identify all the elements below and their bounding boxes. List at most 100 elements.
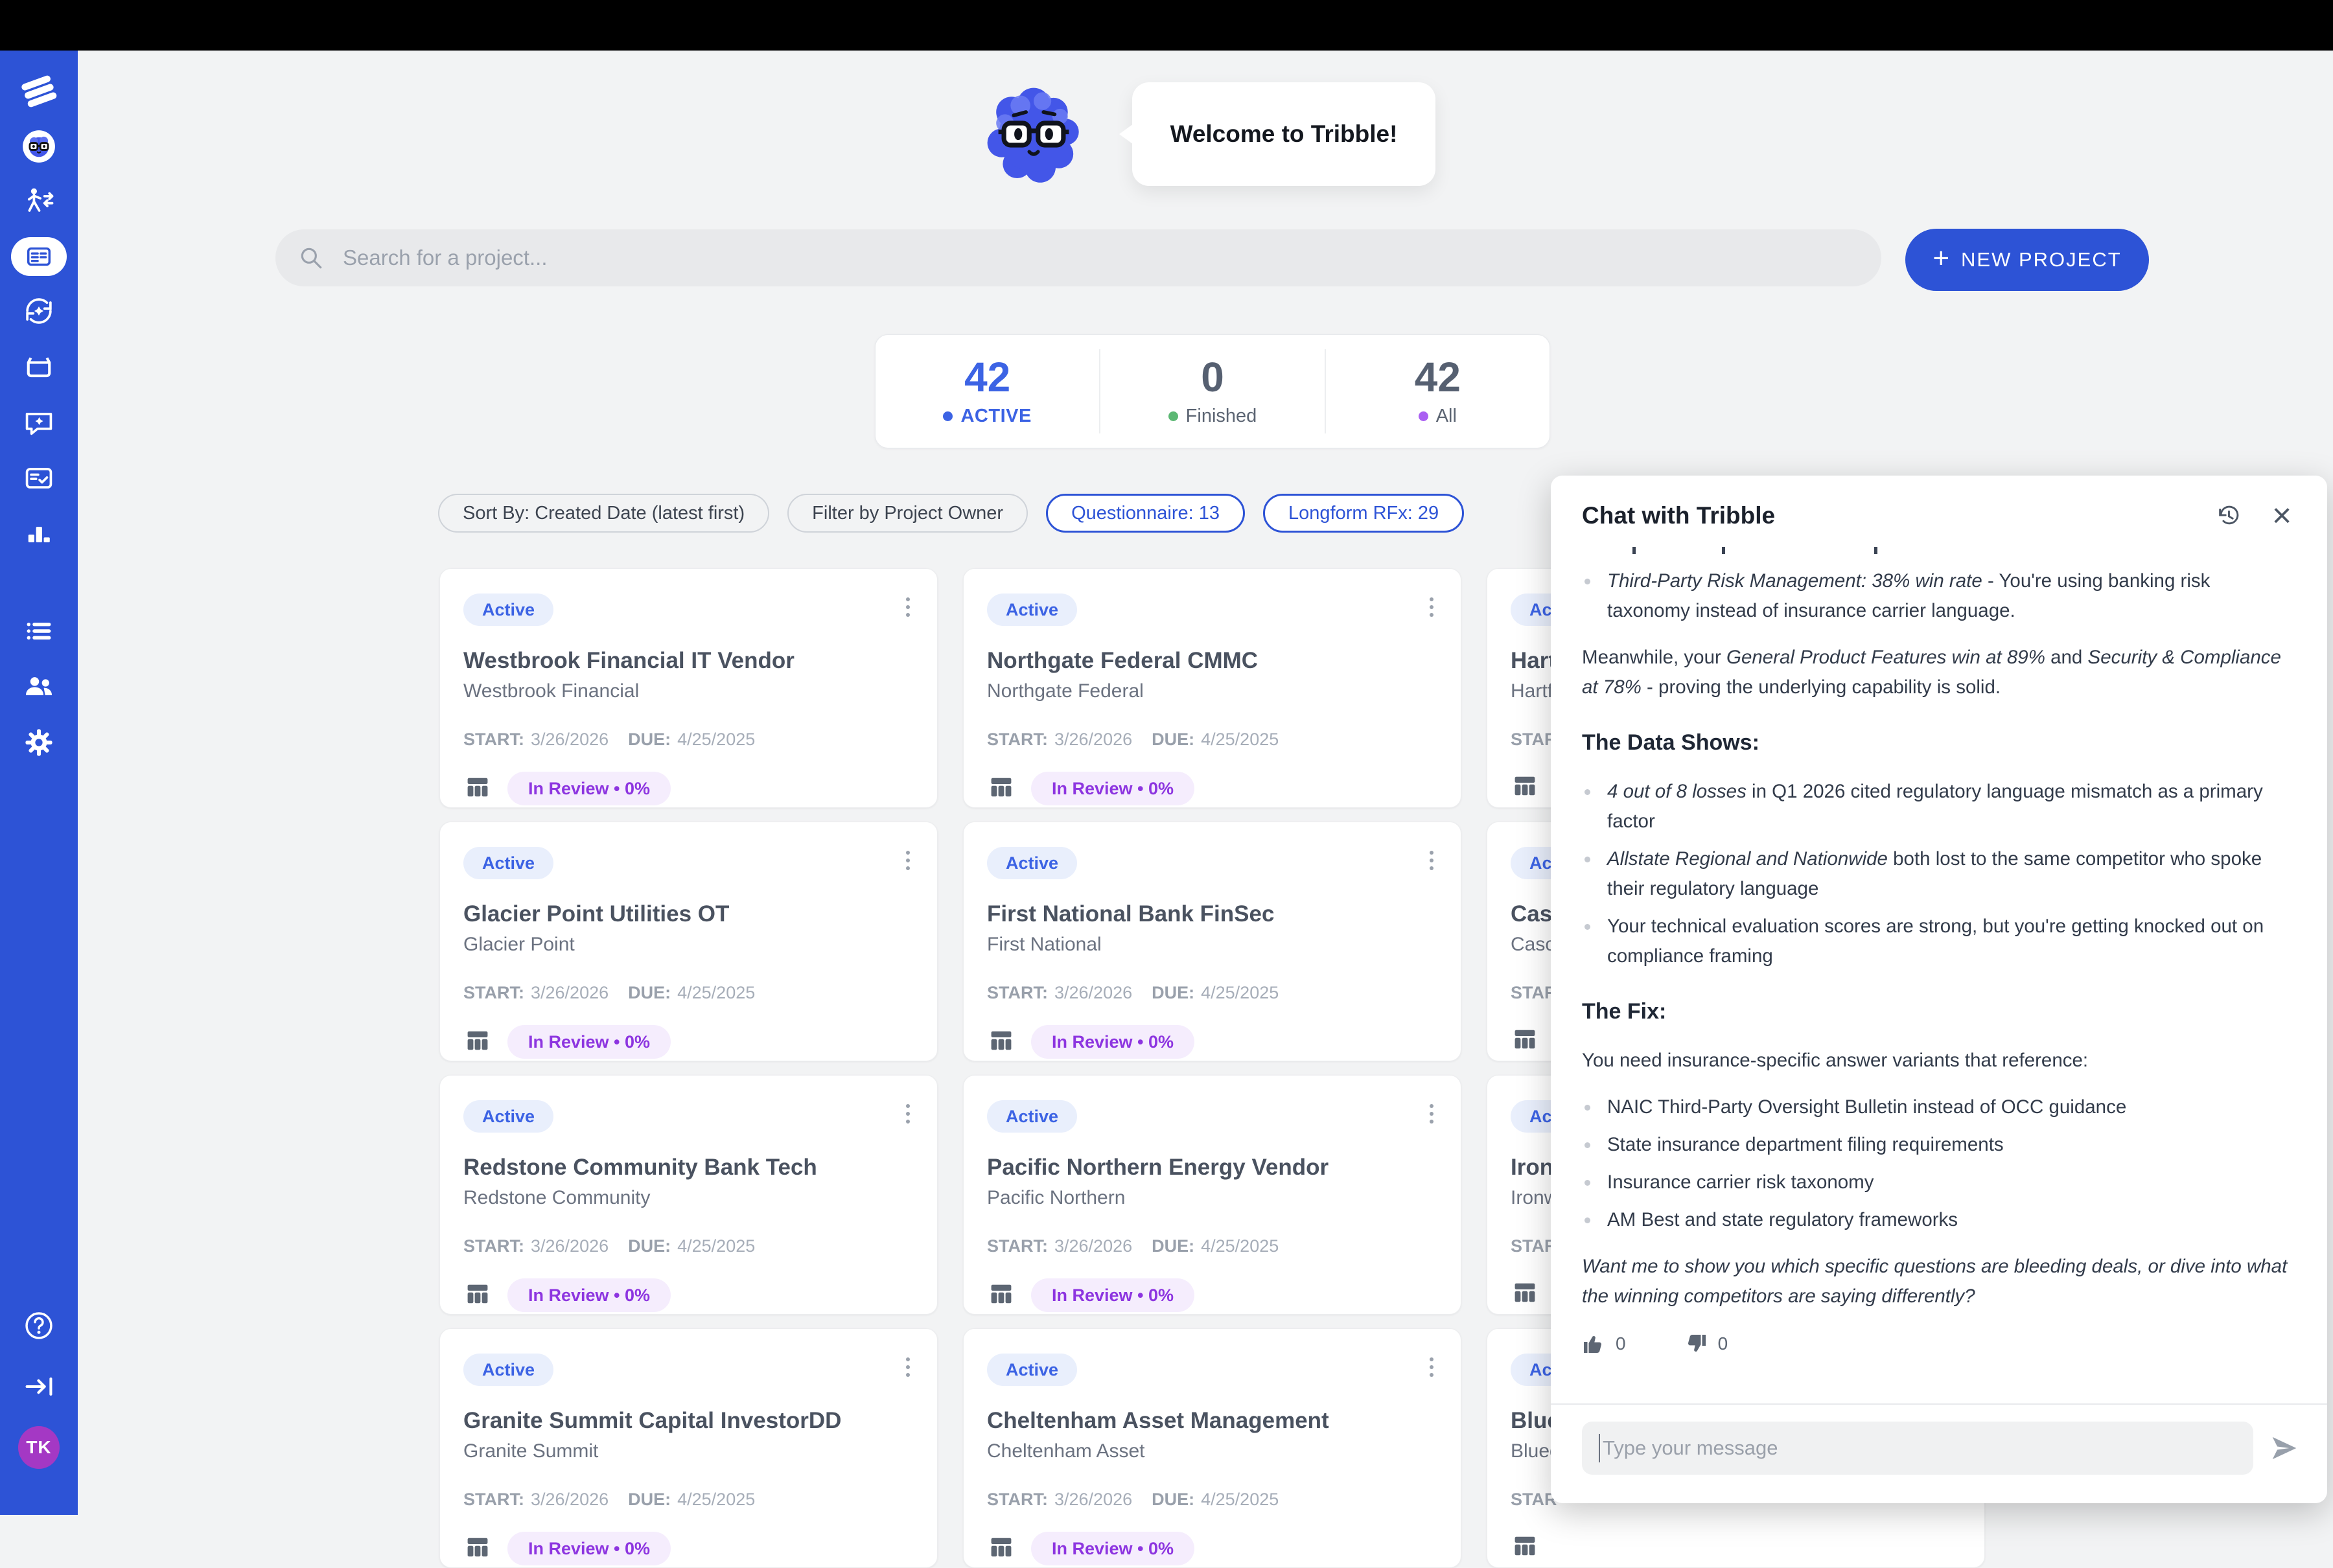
bullet-list-icon xyxy=(22,614,56,648)
chat-input-placeholder: Type your message xyxy=(1603,1436,1778,1460)
stat-all[interactable]: 42All xyxy=(1325,349,1550,433)
sidebar-item-assistant[interactable] xyxy=(18,126,60,167)
sidebar-item-inbox[interactable] xyxy=(18,346,60,387)
tribble-logo-icon xyxy=(17,69,60,112)
due-date: 4/25/2025 xyxy=(1201,1490,1279,1510)
grid-table-icon xyxy=(987,1280,1016,1311)
search-input[interactable] xyxy=(343,246,1859,270)
chat-bullet-item: Insurance carrier risk taxonomy xyxy=(1584,1168,2296,1197)
card-menu-button[interactable] xyxy=(1426,1354,1437,1381)
chat-text: Meanwhile, your General Product Features… xyxy=(1582,647,2281,698)
stat-dot-icon xyxy=(1168,411,1178,421)
stat-dot-icon xyxy=(943,411,953,421)
sidebar-item-chat[interactable] xyxy=(18,402,60,443)
bullet-dot-icon xyxy=(1584,1142,1590,1148)
card-menu-button[interactable] xyxy=(1426,847,1437,874)
project-card[interactable]: ActiveRedstone Community Bank TechRedsto… xyxy=(439,1075,938,1315)
sidebar-item-sync[interactable] xyxy=(18,290,60,332)
search-icon xyxy=(297,244,325,271)
thumbs-up-button[interactable] xyxy=(1582,1332,1605,1355)
bullet-dot-icon xyxy=(1584,924,1590,930)
sidebar-item-logo[interactable] xyxy=(18,70,60,111)
stat-finished[interactable]: 0Finished xyxy=(1099,349,1324,433)
sidebar-items xyxy=(0,51,78,778)
card-menu-button[interactable] xyxy=(902,594,914,621)
card-menu-button[interactable] xyxy=(1426,1100,1437,1127)
grid-table-icon xyxy=(1511,1025,1539,1057)
project-card[interactable]: ActivePacific Northern Energy VendorPaci… xyxy=(963,1075,1461,1315)
card-company: Pacific Northern xyxy=(987,1187,1437,1209)
filter-chip-1[interactable]: Sort By: Created Date (latest first) xyxy=(438,494,769,533)
grid-table-icon xyxy=(1511,1278,1539,1310)
grid-table-icon xyxy=(987,1533,1016,1565)
start-label: START: xyxy=(463,730,524,750)
project-card[interactable]: ActiveGranite Summit Capital InvestorDDG… xyxy=(439,1328,938,1568)
sidebar-item-tasks[interactable] xyxy=(18,457,60,499)
chat-bullet-item: NAIC Third-Party Oversight Bulletin inst… xyxy=(1584,1092,2296,1122)
start-label: START: xyxy=(463,1490,524,1510)
due-label: DUE: xyxy=(628,730,671,750)
filter-chip-2[interactable]: Filter by Project Owner xyxy=(787,494,1028,533)
grid-table-icon xyxy=(463,773,492,805)
chat-history-button[interactable] xyxy=(2212,499,2246,533)
card-title: Cheltenham Asset Management xyxy=(987,1408,1437,1434)
start-label: START: xyxy=(987,983,1048,1003)
sidebar-item-handoff[interactable] xyxy=(18,181,60,223)
thumbs-down-button[interactable] xyxy=(1684,1332,1708,1355)
inbox-tray-icon xyxy=(22,350,56,384)
stat-dot-icon xyxy=(1419,411,1428,421)
new-project-label: NEW PROJECT xyxy=(1961,248,2122,271)
grid-table-icon xyxy=(987,773,1016,805)
due-label: DUE: xyxy=(1152,730,1194,750)
project-card[interactable]: ActiveGlacier Point Utilities OTGlacier … xyxy=(439,822,938,1061)
due-date: 4/25/2025 xyxy=(677,730,755,750)
bar-chart-icon xyxy=(22,517,56,551)
new-project-button[interactable]: + NEW PROJECT xyxy=(1905,229,2149,291)
card-menu-button[interactable] xyxy=(902,1354,914,1381)
chat-message-input[interactable]: Type your message xyxy=(1582,1422,2253,1475)
project-card[interactable]: ActiveNorthgate Federal CMMCNorthgate Fe… xyxy=(963,568,1461,808)
card-title: Glacier Point Utilities OT xyxy=(463,901,914,927)
card-title: Redstone Community Bank Tech xyxy=(463,1155,914,1181)
card-menu-button[interactable] xyxy=(1426,594,1437,621)
card-company: Northgate Federal xyxy=(987,680,1437,702)
sidebar-item-logout[interactable] xyxy=(18,1366,60,1407)
sidebar-item-team[interactable] xyxy=(18,666,60,708)
filter-chip-4[interactable]: Longform RFx: 29 xyxy=(1263,494,1464,533)
project-card[interactable]: ActiveFirst National Bank FinSecFirst Na… xyxy=(963,822,1461,1061)
card-company: Westbrook Financial xyxy=(463,680,914,702)
status-badge: Active xyxy=(463,1100,553,1133)
card-title: Granite Summit Capital InvestorDD xyxy=(463,1408,914,1434)
status-badge: Active xyxy=(463,1354,553,1386)
due-date: 4/25/2025 xyxy=(1201,730,1279,750)
card-menu-button[interactable] xyxy=(902,847,914,874)
project-card[interactable]: ActiveWestbrook Financial IT VendorWestb… xyxy=(439,568,938,808)
review-progress-chip: In Review • 0% xyxy=(1031,772,1194,805)
sidebar-item-settings[interactable] xyxy=(18,722,60,763)
status-badge: Active xyxy=(987,1100,1077,1133)
sidebar-item-profile[interactable]: TK xyxy=(18,1427,60,1468)
sidebar-item-queue[interactable] xyxy=(18,610,60,652)
chat-close-button[interactable]: × xyxy=(2265,499,2299,533)
send-button[interactable] xyxy=(2270,1434,2299,1462)
close-icon: × xyxy=(2272,499,2292,533)
project-search xyxy=(275,229,1881,286)
sidebar-item-analytics[interactable] xyxy=(18,513,60,555)
due-label: DUE: xyxy=(1152,1236,1194,1256)
chat-message-body: Third-Party Risk Management: 38% win rat… xyxy=(1582,566,2296,1311)
card-dates: START:3/26/2026DUE:4/25/2025 xyxy=(463,983,914,1003)
grid-table-icon xyxy=(1511,772,1539,803)
review-progress-chip: In Review • 0% xyxy=(1031,1278,1194,1312)
sidebar-item-help[interactable] xyxy=(18,1305,60,1346)
sidebar-item-projects[interactable] xyxy=(11,237,67,276)
card-menu-button[interactable] xyxy=(902,1100,914,1127)
filter-chip-3[interactable]: Questionnaire: 13 xyxy=(1046,494,1245,533)
card-dates: START:3/26/2026DUE:4/25/2025 xyxy=(987,983,1437,1003)
project-card[interactable]: ActiveCheltenham Asset ManagementChelten… xyxy=(963,1328,1461,1568)
chat-header: Chat with Tribble × xyxy=(1551,476,2327,543)
thumbs-down-count: 0 xyxy=(1718,1330,1728,1358)
bullet-dot-icon xyxy=(1584,1180,1590,1186)
plus-icon: + xyxy=(1933,244,1949,273)
due-date: 4/25/2025 xyxy=(1201,1236,1279,1256)
stat-active[interactable]: 42ACTIVE xyxy=(876,349,1099,433)
